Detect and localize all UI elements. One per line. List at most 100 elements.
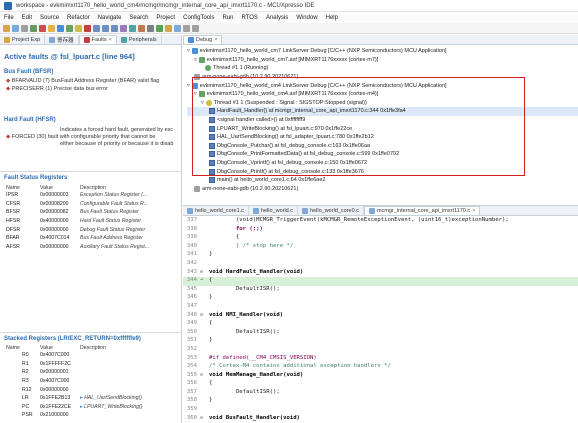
function-link[interactable]: LPUART_WriteBlocking() [84,404,142,410]
tab-registers[interactable]: 寄存器 [45,35,79,44]
run-icon[interactable] [156,24,163,32]
menu-rtos[interactable]: RTOS [241,15,257,21]
process-item[interactable]: ▿ evkmimxrt1170_hello_world_cm7.axf [MIMX… [187,56,578,65]
clean-icon[interactable] [48,24,55,32]
table-row[interactable]: BFAR 0x4007C014 Bus Fault Address Register [4,234,151,243]
collapse-icon[interactable]: ▿ [187,48,190,54]
menu-configtools[interactable]: ConfigTools [183,15,214,21]
step-into-icon[interactable] [93,24,100,32]
step-return-icon[interactable] [111,24,118,32]
tab-hello-world[interactable]: hello_world.c [249,206,299,215]
peripherals-icon[interactable] [129,24,136,32]
code-line: 350 DefaultISR(); [183,329,578,338]
divider [0,171,182,172]
table-row[interactable]: R12 0x00000000 [4,385,145,394]
menu-edit[interactable]: Edit [22,15,32,21]
tab-project-explorer[interactable]: Project Exp [0,35,46,44]
menu-source[interactable]: Source [40,15,59,21]
table-row[interactable]: HFSR 0x40000000 Hard Fault Status Register [4,217,151,226]
fold-icon[interactable]: ⊖ [200,415,209,423]
menu-run[interactable]: Run [222,15,233,21]
code-text: { [209,234,240,241]
line-number: 352 [186,345,197,352]
reg-name: R12 [22,386,32,393]
nav-forward-icon[interactable] [192,24,199,32]
table-row[interactable]: CFSR 0x00008200 Configurable Fault Status … [4,200,151,209]
thread-item[interactable]: Thread #1 1 (Running) [187,64,578,73]
thread-running-icon [205,65,211,72]
line-number: 350 [186,328,197,335]
tab-peripherals[interactable]: Peripherals [117,35,162,44]
stop-icon[interactable] [39,24,46,32]
debug-icon[interactable] [57,24,64,32]
tab-faults[interactable]: Faults × [78,35,117,44]
gdb-icon [194,185,200,192]
line-number: 341 [186,251,197,258]
fold-icon[interactable]: ⊖ [200,372,209,381]
table-row[interactable]: IPSR 0x00000003 Exception Status Register … [4,191,151,200]
menu-window[interactable]: Window [296,15,317,21]
step-over-icon[interactable] [102,24,109,32]
menu-search[interactable]: Search [129,15,148,21]
reg-name: HFSR [6,218,21,225]
terminate-icon[interactable] [84,24,91,32]
reg-desc: Debug Fault Status Register [80,226,146,233]
search-icon[interactable] [147,24,154,32]
open-type-icon[interactable] [174,24,181,32]
reg-name: R1 [22,360,29,367]
suspend-icon[interactable] [75,24,82,32]
code-line: 360 ⊖ void BusFault_Handler(void) [183,415,578,423]
collapse-icon[interactable]: ▿ [194,57,197,63]
reg-name: R3 [22,378,29,385]
close-icon[interactable]: × [472,208,475,214]
table-row[interactable]: R0 0x4007C000 [4,351,145,360]
left-tab-strip: Project Exp 寄存器 Faults × Peripherals [0,35,181,45]
tab-hello-world-core1[interactable]: hello_world_core1.c [183,206,249,215]
config-icon[interactable] [120,24,127,32]
code-text: void BusFault_Handler(void) [209,414,300,421]
function-link[interactable]: HAL_UartSendBlocking() [84,395,142,401]
nav-back-icon[interactable] [183,24,190,32]
table-row[interactable]: PC 0x1FFE22CE ▸ LPUART_WriteBlocking() [4,403,145,412]
reg-desc [78,360,145,369]
save-icon[interactable] [12,24,19,32]
register-icon [49,36,56,43]
table-row[interactable]: AFSR 0x00000000 Auxiliary Fault Status Reg… [4,243,151,252]
menu-analysis[interactable]: Analysis [266,15,288,21]
tab-hello-world-core0[interactable]: hello_world_core0.c [298,206,364,215]
tab-debug[interactable]: Debug × [183,35,223,44]
menu-navigate[interactable]: Navigate [98,15,122,21]
menu-file[interactable]: File [4,15,14,21]
new-icon[interactable] [3,24,10,32]
reg-value: 0x00008200 [40,200,69,207]
close-icon[interactable]: × [214,37,217,43]
reg-value: 0x40000000 [40,218,69,225]
pins-icon[interactable] [138,24,145,32]
resume-icon[interactable] [66,24,73,32]
code-line: 353 #if defined(__CM4_CMSIS_VERSION) [183,355,578,364]
menu-project[interactable]: Project [156,15,175,21]
fold-icon[interactable]: ⊖ [200,312,209,321]
tab-mcmgr-internal[interactable]: mcmgr_internal_core_api_imxrt1170.c × [363,206,481,215]
launch-item[interactable]: ▿ evkmimxrt1170_hello_world_cm7 LinkServe… [187,47,578,56]
table-row[interactable]: LR 0x1FFE2B13 ▸ HAL_UartSendBlocking() [4,394,145,403]
collapse-icon[interactable]: ▿ [187,83,190,89]
code-area[interactable]: 337 (void)MCMGR_TriggerEvent(kMCMGR_Remo… [183,216,578,423]
table-row[interactable]: R2 0x00000001 [4,368,145,377]
table-row[interactable]: PSR 0x21000000 [4,411,145,420]
table-row[interactable]: BFSR 0x00000082 Bus Fault Status Register [4,208,151,217]
fold-icon[interactable]: ⊖ [200,269,209,278]
stack-frame[interactable]: main() at hello_world_core1.c:64 0x1ffe6… [187,176,578,185]
table-row[interactable]: R1 0x1FFFFF2C [4,360,145,369]
gdb-item[interactable]: arm-none-eabi-gdb (10.2.90.20210621) [187,185,578,194]
menu-help[interactable]: Help [326,15,338,21]
table-row[interactable]: DFSR 0x00000000 Debug Fault Status Registe… [4,225,151,234]
line-number: 340 [186,242,197,249]
table-row[interactable]: R3 0x4007C000 [4,377,145,386]
menu-refactor[interactable]: Refactor [67,15,90,21]
build-icon[interactable] [30,24,37,32]
close-icon[interactable]: × [109,37,112,43]
save-all-icon[interactable] [21,24,28,32]
reg-value: 0x00000001 [40,369,69,376]
external-tools-icon[interactable] [165,24,172,32]
